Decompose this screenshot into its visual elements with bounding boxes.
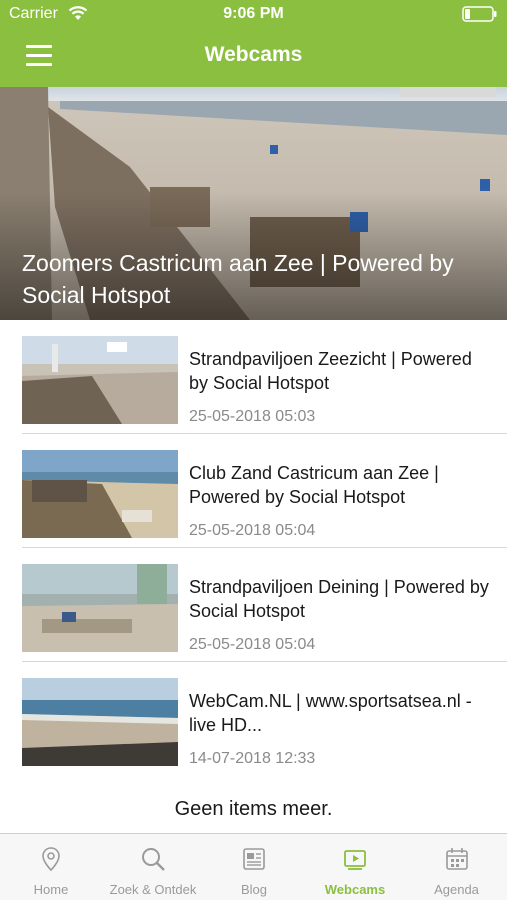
tab-blog[interactable]: Blog <box>204 834 304 900</box>
webcam-thumbnail <box>22 564 178 652</box>
status-bar: Carrier 9:06 PM <box>0 0 507 28</box>
webcam-date: 25-05-2018 05:04 <box>189 636 316 653</box>
tab-webcams[interactable]: Webcams <box>304 834 406 900</box>
status-time: 9:06 PM <box>223 5 284 22</box>
list-item[interactable]: WebCam.NL | www.sportsatsea.nl - live HD… <box>0 662 507 776</box>
featured-webcam-title: Zoomers Castricum aan Zee | Powered by S… <box>22 250 454 308</box>
webcam-thumbnail <box>22 450 178 538</box>
end-of-list-message: Geen items meer. <box>174 798 333 820</box>
webcam-title: Strandpaviljoen Zeezicht | Powered by So… <box>189 349 472 393</box>
app-header: Carrier 9:06 PM Webcams <box>0 0 507 87</box>
search-icon <box>142 848 165 871</box>
battery-icon <box>462 6 497 22</box>
tab-label: Zoek & Ontdek <box>109 882 197 897</box>
page-title: Webcams <box>204 43 303 66</box>
list-item[interactable]: Strandpaviljoen Deining | Powered by Soc… <box>0 548 507 662</box>
tab-home[interactable]: Home <box>0 834 102 900</box>
tab-search[interactable]: Zoek & Ontdek <box>102 834 204 900</box>
webcam-date: 25-05-2018 05:04 <box>189 522 316 539</box>
tab-label: Agenda <box>434 882 479 897</box>
tab-bar: Home Zoek & Ontdek Blog Webcams Agenda <box>0 833 507 900</box>
webcam-title: Strandpaviljoen Deining | Powered by Soc… <box>189 577 489 621</box>
navigation-bar: Webcams <box>0 28 507 87</box>
list-item[interactable]: Club Zand Castricum aan Zee | Powered by… <box>0 434 507 548</box>
tab-agenda[interactable]: Agenda <box>406 834 507 900</box>
tab-label: Blog <box>240 882 268 897</box>
webcam-title: Club Zand Castricum aan Zee | Powered by… <box>189 463 439 507</box>
webcam-title: WebCam.NL | www.sportsatsea.nl - live HD… <box>189 691 472 735</box>
webcam-thumbnail <box>22 678 178 766</box>
webcam-date: 14-07-2018 12:33 <box>189 750 316 767</box>
calendar-icon <box>445 848 468 870</box>
video-play-icon <box>344 850 366 870</box>
webcam-thumbnail <box>22 336 178 424</box>
location-pin-icon <box>42 847 60 872</box>
newspaper-icon <box>243 848 265 870</box>
tab-label: Home <box>33 882 69 897</box>
list-item[interactable]: Strandpaviljoen Zeezicht | Powered by So… <box>0 320 507 434</box>
webcam-date: 25-05-2018 05:03 <box>189 408 316 425</box>
tab-label: Webcams <box>324 882 386 897</box>
featured-webcam[interactable]: Zoomers Castricum aan Zee | Powered by S… <box>0 87 507 320</box>
